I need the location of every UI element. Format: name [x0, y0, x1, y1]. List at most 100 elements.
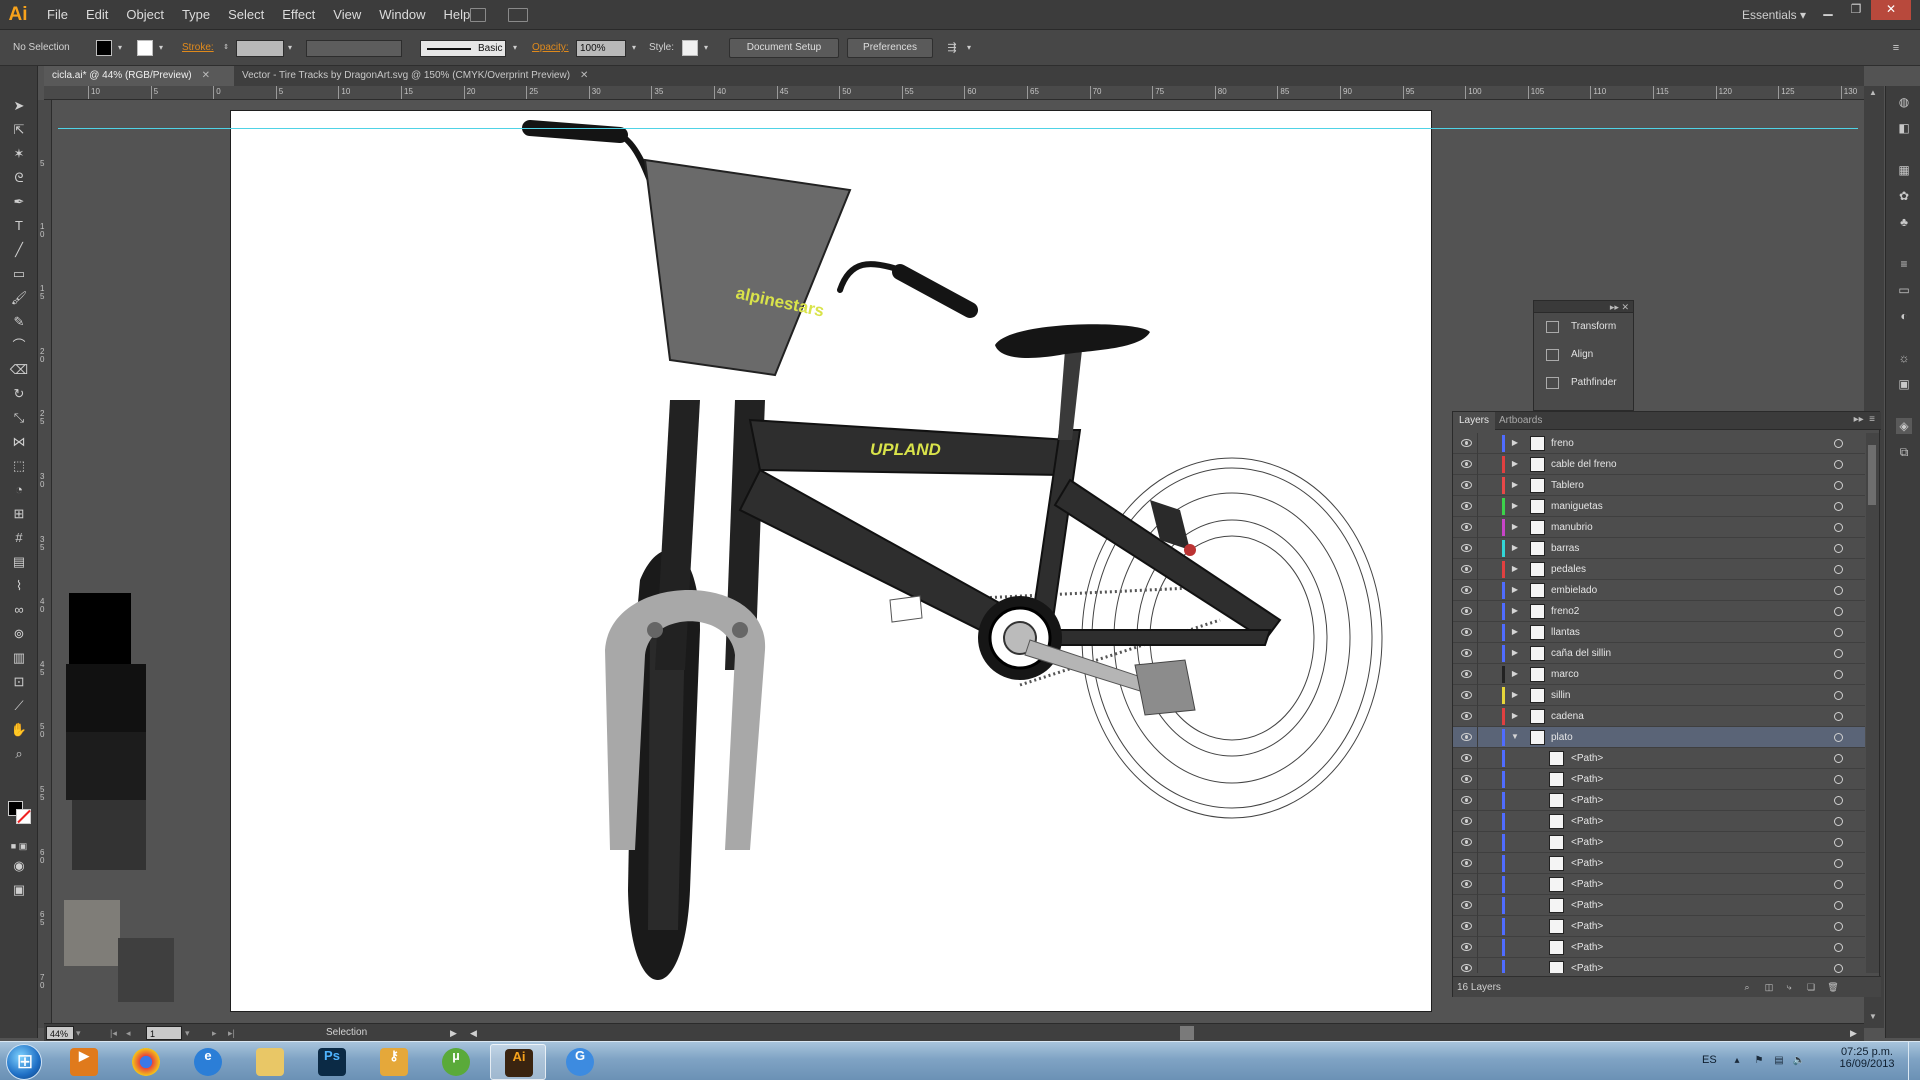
scroll-down-icon[interactable]: ▼ [1869, 1012, 1877, 1021]
visibility-eye-icon[interactable] [1461, 628, 1472, 636]
artboard-tool-icon[interactable]: ⊡ [9, 672, 29, 692]
width-tool-icon[interactable]: ⋈ [9, 432, 29, 452]
tab-cicla[interactable]: cicla.ai* @ 44% (RGB/Preview) ✕ [44, 66, 234, 86]
eraser-tool-icon[interactable]: ⌫ [9, 360, 29, 380]
color-guide-icon[interactable]: ◧ [1896, 120, 1912, 136]
expand-triangle-icon[interactable]: ▶ [1509, 437, 1521, 449]
bmx-bike-artwork[interactable]: UPLAND alpinestars [230, 110, 1432, 1012]
target-circle-icon[interactable] [1834, 649, 1843, 658]
stroke-weight-dropdown-icon[interactable]: ▾ [285, 41, 295, 55]
swatches-icon[interactable]: ▦ [1896, 162, 1912, 178]
bridge-icon[interactable] [470, 8, 486, 22]
target-circle-icon[interactable] [1834, 544, 1843, 553]
scratch-swatch-dark-3[interactable] [72, 800, 146, 870]
layer-name[interactable]: <Path> [1571, 895, 1603, 916]
appearance-icon[interactable]: ☼ [1896, 350, 1912, 366]
sublayer-row[interactable]: <Path> [1453, 790, 1865, 811]
visibility-eye-icon[interactable] [1461, 838, 1472, 846]
status-menu-icon[interactable]: ▶ [450, 1024, 457, 1042]
brushes-icon[interactable]: ✿ [1896, 188, 1912, 204]
tab-close-icon[interactable]: ✕ [202, 70, 210, 81]
lock-toggle[interactable] [1477, 916, 1478, 937]
stroke-swatch[interactable] [137, 40, 153, 56]
stroke-label[interactable]: Stroke: [182, 30, 214, 66]
layer-name[interactable]: caña del sillin [1551, 643, 1611, 664]
menu-object[interactable]: Object [117, 0, 173, 30]
lasso-tool-icon[interactable]: ᘓ [9, 168, 29, 188]
target-circle-icon[interactable] [1834, 565, 1843, 574]
visibility-eye-icon[interactable] [1461, 754, 1472, 762]
layers-panel-icon[interactable]: ◈ [1896, 418, 1912, 434]
layer-row[interactable]: ▶ cable del freno [1453, 454, 1865, 475]
visibility-eye-icon[interactable] [1461, 775, 1472, 783]
layer-name[interactable]: manubrio [1551, 517, 1593, 538]
expand-triangle-icon[interactable]: ▶ [1509, 668, 1521, 680]
tab-tire-tracks[interactable]: Vector - Tire Tracks by DragonArt.svg @ … [234, 66, 644, 86]
lock-toggle[interactable] [1477, 811, 1478, 832]
panel-close-icon[interactable]: ✕ [1621, 302, 1629, 312]
layer-name[interactable]: marco [1551, 664, 1579, 685]
layer-name[interactable]: <Path> [1571, 790, 1603, 811]
lock-toggle[interactable] [1477, 706, 1478, 727]
layer-row[interactable]: ▶ sillin [1453, 685, 1865, 706]
sublayer-row[interactable]: <Path> [1453, 853, 1865, 874]
preferences-button[interactable]: Preferences [847, 38, 933, 58]
color-panel-icon[interactable]: ◍ [1896, 94, 1912, 110]
visibility-eye-icon[interactable] [1461, 649, 1472, 657]
stroke-dropdown-icon[interactable]: ▾ [156, 41, 166, 55]
visibility-eye-icon[interactable] [1461, 481, 1472, 489]
visibility-eye-icon[interactable] [1461, 733, 1472, 741]
target-circle-icon[interactable] [1834, 670, 1843, 679]
layer-name[interactable]: maniguetas [1551, 496, 1603, 517]
tab-layers[interactable]: Layers [1453, 412, 1496, 430]
target-circle-icon[interactable] [1834, 964, 1843, 973]
stroke-panel-icon[interactable]: ≡ [1896, 256, 1912, 272]
layer-row[interactable]: ▶ maniguetas [1453, 496, 1865, 517]
layer-row[interactable]: ▶ pedales [1453, 559, 1865, 580]
layer-row[interactable]: ▶ freno [1453, 433, 1865, 454]
layer-name[interactable]: <Path> [1571, 958, 1603, 973]
opacity-label[interactable]: Opacity: [532, 30, 569, 66]
drawing-mode-icon[interactable]: ◉ [9, 856, 29, 876]
target-circle-icon[interactable] [1834, 796, 1843, 805]
visibility-eye-icon[interactable] [1461, 922, 1472, 930]
layer-name[interactable]: plato [1551, 727, 1573, 748]
target-circle-icon[interactable] [1834, 880, 1843, 889]
layer-row[interactable]: ▶ llantas [1453, 622, 1865, 643]
graphic-style-swatch[interactable] [682, 40, 698, 56]
lock-toggle[interactable] [1477, 580, 1478, 601]
blend-tool-icon[interactable]: ∞ [9, 600, 29, 620]
hand-tool-icon[interactable]: ✋ [9, 720, 29, 740]
type-tool-icon[interactable]: T [9, 216, 29, 236]
locate-object-icon[interactable]: ⌕ [1741, 982, 1753, 993]
layers-scroll-thumb[interactable] [1868, 445, 1876, 505]
lock-toggle[interactable] [1477, 853, 1478, 874]
lock-toggle[interactable] [1477, 748, 1478, 769]
variable-width-profile[interactable] [306, 40, 402, 57]
free-transform-tool-icon[interactable]: ⬚ [9, 456, 29, 476]
sublayer-row[interactable]: <Path> [1453, 916, 1865, 937]
lock-toggle[interactable] [1477, 559, 1478, 580]
scale-tool-icon[interactable]: ⤡ [9, 408, 29, 428]
transform-panel-button[interactable]: Transform [1534, 313, 1633, 341]
lock-toggle[interactable] [1477, 475, 1478, 496]
layer-row[interactable]: ▶ Tablero [1453, 475, 1865, 496]
expand-triangle-icon[interactable]: ▶ [1509, 689, 1521, 701]
zoom-dropdown-icon[interactable]: ▾ [76, 1024, 81, 1042]
clock[interactable]: 07:25 p.m. 16/09/2013 [1836, 1046, 1898, 1070]
visibility-eye-icon[interactable] [1461, 565, 1472, 573]
line-tool-icon[interactable]: ╱ [9, 240, 29, 260]
visibility-eye-icon[interactable] [1461, 817, 1472, 825]
make-clipping-mask-icon[interactable]: ◫ [1763, 982, 1775, 993]
layer-name[interactable]: <Path> [1571, 937, 1603, 958]
sublayer-row[interactable]: <Path> [1453, 874, 1865, 895]
layer-name[interactable]: pedales [1551, 559, 1586, 580]
visibility-eye-icon[interactable] [1461, 712, 1472, 720]
layer-name[interactable]: cadena [1551, 706, 1584, 727]
magic-wand-tool-icon[interactable]: ✶ [9, 144, 29, 164]
direct-selection-tool-icon[interactable]: ⇱ [9, 120, 29, 140]
target-circle-icon[interactable] [1834, 733, 1843, 742]
start-button-icon[interactable] [6, 1044, 43, 1080]
restore-icon[interactable]: ❐ [1843, 0, 1869, 20]
target-circle-icon[interactable] [1834, 838, 1843, 847]
